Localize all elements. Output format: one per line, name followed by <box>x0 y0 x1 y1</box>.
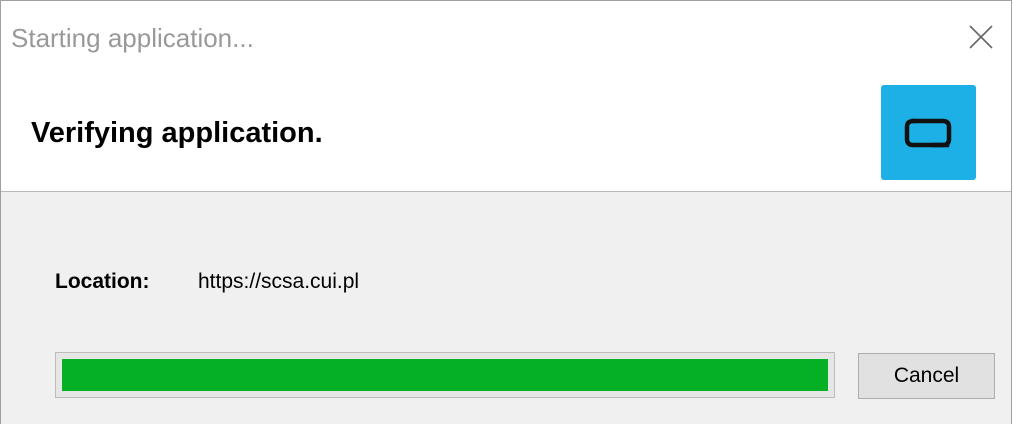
progress-fill <box>62 359 828 391</box>
app-logo-icon <box>881 85 976 180</box>
location-label: Location: <box>55 270 150 293</box>
status-heading: Verifying application. <box>31 117 323 149</box>
progress-bar <box>55 352 835 398</box>
close-icon <box>969 25 993 49</box>
cancel-button[interactable]: Cancel <box>858 353 995 399</box>
location-value: https://scsa.cui.pl <box>198 270 360 293</box>
progress-track <box>62 359 828 391</box>
content-panel: Location: https://scsa.cui.pl Cancel <box>1 192 1011 424</box>
close-button[interactable] <box>959 15 1003 59</box>
window-title: Starting application... <box>11 23 254 53</box>
dialog-window: Starting application... Verifying applic… <box>0 0 1012 424</box>
header-panel: Verifying application. <box>1 83 1011 192</box>
title-bar: Starting application... <box>1 1 1011 83</box>
